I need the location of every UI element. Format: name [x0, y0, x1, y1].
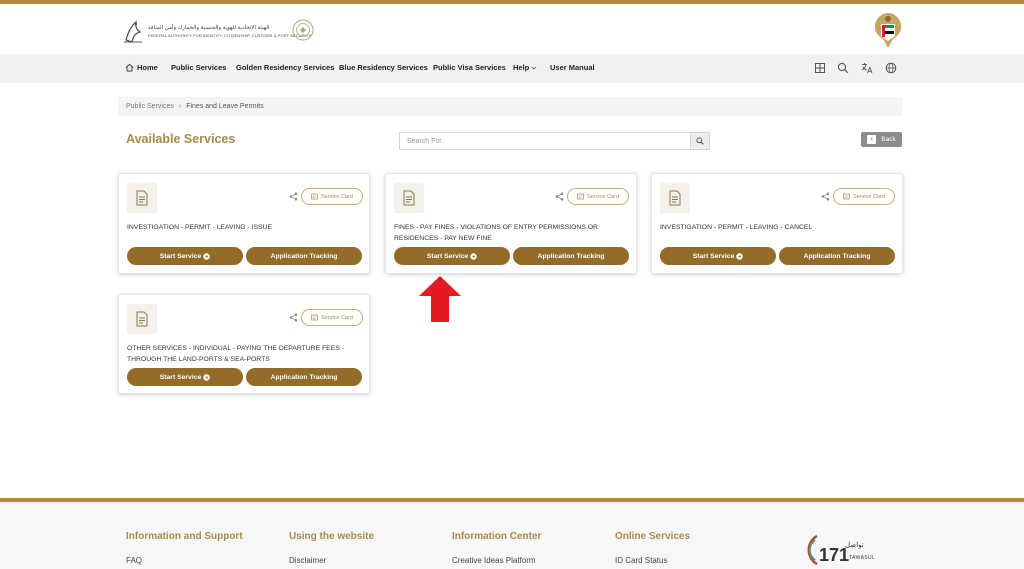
nav-public-visa[interactable]: Public Visa Services — [433, 63, 506, 72]
service-card: Service Card INVESTIGATION - PERMIT - LE… — [118, 173, 370, 274]
application-tracking-button[interactable]: Application Tracking — [513, 247, 629, 265]
card-icon — [311, 314, 318, 321]
service-card-button[interactable]: Service Card — [301, 188, 363, 205]
service-card-button[interactable]: Service Card — [567, 188, 629, 205]
service-card: Service Card OTHER SERVICES - INDIVIDUAL… — [118, 294, 370, 394]
service-description: INVESTIGATION - PERMIT - LEAVING - CANCE… — [660, 224, 813, 231]
globe-icon[interactable] — [885, 62, 897, 74]
document-icon — [127, 183, 157, 213]
footer-heading-using-website: Using the website — [289, 531, 375, 542]
arrow-left-icon: ‹ — [867, 135, 877, 144]
footer-link-creative-ideas[interactable]: Creative Ideas Platform — [452, 556, 536, 565]
site-header: الهيئة الاتحادية للهوية والجنسية والجمار… — [0, 4, 1024, 54]
share-icon[interactable] — [289, 313, 298, 322]
breadcrumb: Public Services › Fines and Leave Permit… — [118, 97, 902, 116]
breadcrumb-current: Fines and Leave Permits — [186, 103, 264, 110]
service-card-label: Service Card — [587, 193, 619, 200]
red-arrow-annotation-icon — [419, 276, 461, 322]
card-icon — [577, 193, 584, 200]
service-description: INVESTIGATION - PERMIT - LEAVING - ISSUE — [127, 224, 273, 231]
footer-heading-information-center: Information Center — [452, 531, 542, 542]
chevron-down-icon — [531, 66, 537, 70]
service-card-button[interactable]: Service Card — [833, 188, 895, 205]
search-button[interactable] — [690, 133, 709, 149]
breadcrumb-separator: › — [178, 103, 182, 110]
nav-help-label: Help — [513, 63, 530, 72]
card-icon — [311, 193, 318, 200]
service-description: OTHER SERVICES - INDIVIDUAL - PAYING THE… — [127, 345, 344, 363]
service-card-label: Service Card — [321, 314, 353, 321]
application-tracking-button[interactable]: Application Tracking — [779, 247, 895, 265]
site-footer: Information and Support FAQ Using the we… — [0, 502, 1024, 569]
translate-icon[interactable] — [861, 62, 873, 74]
document-icon — [127, 304, 157, 334]
search-input[interactable] — [400, 133, 691, 149]
uae-emblem-icon — [874, 13, 902, 48]
footer-heading-information-support: Information and Support — [126, 531, 243, 542]
tawasul-ring-icon — [807, 534, 818, 566]
back-button[interactable]: ‹ Back — [861, 132, 902, 147]
start-service-button[interactable]: Start Service — [127, 247, 243, 265]
back-button-label: Back — [881, 136, 896, 143]
start-service-button[interactable]: Start Service — [127, 368, 243, 386]
service-card: Service Card INVESTIGATION - PERMIT - LE… — [651, 173, 903, 274]
falcon-logo-icon — [124, 20, 142, 43]
document-icon — [660, 183, 690, 213]
nav-home[interactable]: Home — [125, 63, 158, 72]
service-card: Service Card FINES - PAY FINES - VIOLATI… — [385, 173, 637, 274]
footer-link-faq[interactable]: FAQ — [126, 556, 142, 565]
arrow-circle-right-icon — [736, 252, 743, 260]
tawasul-arabic-text: تواصل — [845, 542, 864, 549]
logo-english-text: FEDERAL AUTHORITY FOR IDENTITY, CITIZENS… — [148, 32, 312, 38]
page-title: Available Services — [126, 132, 236, 146]
share-icon[interactable] — [821, 192, 830, 201]
start-service-button[interactable]: Start Service — [660, 247, 776, 265]
search-box — [399, 132, 710, 150]
share-icon[interactable] — [289, 192, 298, 201]
nav-golden-residency[interactable]: Golden Residency Services — [236, 63, 334, 72]
service-description: FINES - PAY FINES - VIOLATIONS OF ENTRY … — [394, 224, 598, 242]
tawasul-logo[interactable]: 171 تواصل TAWASUL — [797, 529, 879, 569]
grid-icon[interactable] — [814, 62, 826, 74]
start-service-label: Start Service — [426, 252, 469, 260]
seal-icon — [292, 19, 314, 41]
service-card-label: Service Card — [853, 193, 885, 200]
nav-public-services[interactable]: Public Services — [171, 63, 226, 72]
search-icon[interactable] — [837, 62, 849, 74]
footer-heading-online-services: Online Services — [615, 531, 691, 542]
start-service-button[interactable]: Start Service — [394, 247, 510, 265]
nav-home-label: Home — [137, 63, 158, 72]
arrow-circle-right-icon — [470, 252, 477, 260]
footer-link-disclaimer[interactable]: Disclaimer — [289, 556, 326, 565]
breadcrumb-public-services[interactable]: Public Services — [126, 103, 174, 110]
service-card-button[interactable]: Service Card — [301, 309, 363, 326]
nav-blue-residency[interactable]: Blue Residency Services — [339, 63, 428, 72]
start-service-label: Start Service — [159, 252, 202, 260]
footer-link-id-card-status[interactable]: ID Card Status — [615, 556, 667, 565]
nav-user-manual[interactable]: User Manual — [550, 63, 595, 72]
nav-help[interactable]: Help — [513, 63, 537, 72]
start-service-label: Start Service — [159, 373, 202, 381]
application-tracking-button[interactable]: Application Tracking — [246, 247, 362, 265]
document-icon — [394, 183, 424, 213]
search-icon — [696, 137, 704, 145]
logo-arabic-text: الهيئة الاتحادية للهوية والجنسية والجمار… — [148, 24, 270, 31]
share-icon[interactable] — [555, 192, 564, 201]
home-icon — [125, 63, 134, 72]
tawasul-english-text: TAWASUL — [849, 555, 876, 561]
authority-logo[interactable]: الهيئة الاتحادية للهوية والجنسية والجمار… — [122, 16, 314, 46]
service-card-label: Service Card — [321, 193, 353, 200]
start-service-label: Start Service — [692, 252, 735, 260]
card-icon — [843, 193, 850, 200]
arrow-circle-right-icon — [203, 373, 210, 381]
application-tracking-button[interactable]: Application Tracking — [246, 368, 362, 386]
main-nav: Home Public Services Golden Residency Se… — [0, 54, 1024, 83]
arrow-circle-right-icon — [203, 252, 210, 260]
